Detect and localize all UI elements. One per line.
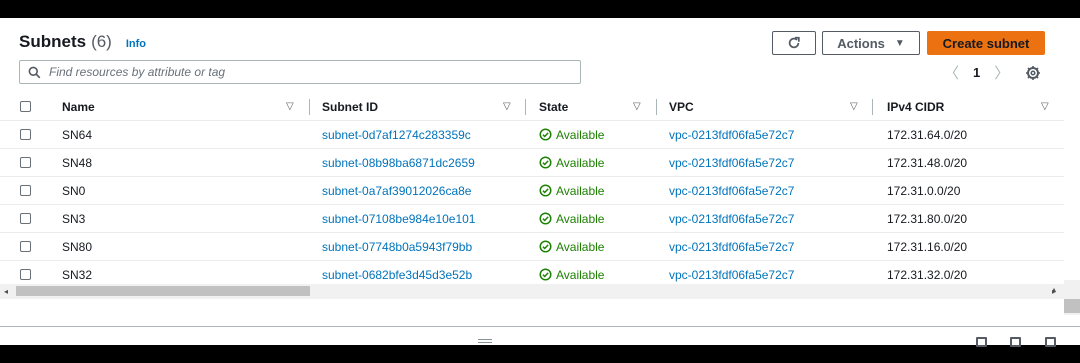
status-available-icon [539,184,552,197]
select-all-checkbox[interactable] [20,101,31,112]
status-available-icon [539,212,552,225]
subnet-name: SN48 [62,155,93,170]
scroll-up-icon[interactable]: ▴ [1052,285,1056,294]
subnet-name: SN80 [62,239,93,254]
split-panel-hide-icon[interactable] [1045,337,1056,347]
status-text: Available [556,267,605,282]
refresh-button[interactable] [772,31,816,55]
ipv4-cidr: 172.31.16.0/20 [887,239,968,254]
vpc-link[interactable]: vpc-0213fdf06fa5e72c7 [669,233,794,260]
ipv4-cidr: 172.31.64.0/20 [887,127,968,142]
ipv4-cidr: 172.31.0.0/20 [887,183,961,198]
split-panel-side-icon[interactable] [1010,337,1021,347]
divider [0,326,1080,327]
row-checkbox[interactable] [20,129,31,140]
status-text: Available [556,127,605,142]
create-subnet-button[interactable]: Create subnet [927,31,1045,55]
info-link[interactable]: Info [126,38,146,50]
create-subnet-label: Create subnet [942,35,1030,51]
chevron-left-icon[interactable]: 〈 [944,62,959,83]
table-row[interactable]: SN80 subnet-07748b0a5943f79bb Available vpc… [0,233,1064,261]
actions-button[interactable]: Actions ▼ [822,31,920,55]
ipv4-cidr: 172.31.80.0/20 [887,211,968,226]
subnet-id-link[interactable]: subnet-07108be984e10e101 [322,205,475,232]
status-badge: Available [539,149,604,176]
sort-icon[interactable]: ▽ [286,101,294,112]
status-available-icon [539,240,552,253]
status-available-icon [539,156,552,169]
column-resizer[interactable] [872,99,873,115]
subnet-id-link[interactable]: subnet-07748b0a5943f79bb [322,233,472,260]
subnet-count: (6) [91,32,112,51]
vertical-scrollbar-thumb[interactable] [1064,299,1080,313]
gear-icon[interactable] [1025,65,1041,86]
subnet-id-link[interactable]: subnet-08b98ba6871dc2659 [322,149,475,176]
vpc-link[interactable]: vpc-0213fdf06fa5e72c7 [669,177,794,204]
status-badge: Available [539,233,604,260]
ipv4-cidr: 172.31.48.0/20 [887,155,968,170]
horizontal-scrollbar[interactable]: ◂ ▸ [0,284,1064,299]
subnet-id-link[interactable]: subnet-0d7af1274c283359c [322,121,471,148]
status-badge: Available [539,177,604,204]
search-bar[interactable] [19,60,581,84]
row-checkbox[interactable] [20,269,31,280]
search-input[interactable] [47,64,551,80]
subnet-id-link[interactable]: subnet-0a7af39012026ca8e [322,177,471,204]
status-available-icon [539,268,552,281]
status-text: Available [556,239,605,254]
table-row[interactable]: SN48 subnet-08b98ba6871dc2659 Available vpc… [0,149,1064,177]
status-badge: Available [539,205,604,232]
subnet-name: SN3 [62,211,86,226]
sort-icon[interactable]: ▽ [633,101,641,112]
column-header-ipv4-cidr[interactable]: IPv4 CIDR [887,94,944,120]
status-badge: Available [539,121,604,148]
column-header-state[interactable]: State [539,94,568,120]
caret-down-icon: ▼ [894,37,905,49]
table-row[interactable]: SN0 subnet-0a7af39012026ca8e Available vpc-… [0,177,1064,205]
row-checkbox[interactable] [20,213,31,224]
subnet-name: SN0 [62,183,86,198]
scrollbar-thumb[interactable] [16,286,310,296]
vpc-link[interactable]: vpc-0213fdf06fa5e72c7 [669,205,794,232]
row-checkbox[interactable] [20,185,31,196]
scroll-left-icon[interactable]: ◂ [4,287,8,296]
subnets-table: Name ▽ Subnet ID ▽ State ▽ VPC ▽ IPv4 CI… [0,94,1064,289]
panel-header: Subnets (6) Info [19,32,146,52]
pagination: 〈 1 〉 [944,62,1009,83]
refresh-icon [788,36,800,49]
row-checkbox[interactable] [20,157,31,168]
table-body: SN64 subnet-0d7af1274c283359c Available vpc… [0,121,1064,289]
search-icon [28,66,41,78]
column-header-vpc[interactable]: VPC [669,94,694,120]
column-resizer[interactable] [656,99,657,115]
table-row[interactable]: SN64 subnet-0d7af1274c283359c Available vpc… [0,121,1064,149]
split-panel-bottom-icon[interactable] [976,337,987,347]
column-header-subnet-id[interactable]: Subnet ID [322,94,378,120]
status-text: Available [556,155,605,170]
status-text: Available [556,211,605,226]
page-number[interactable]: 1 [973,65,980,80]
table-header: Name ▽ Subnet ID ▽ State ▽ VPC ▽ IPv4 CI… [0,94,1064,121]
column-header-name[interactable]: Name [62,94,95,120]
resize-handle-icon[interactable] [478,339,492,345]
sort-icon[interactable]: ▽ [850,101,858,112]
status-text: Available [556,183,605,198]
page-title: Subnets [19,32,87,51]
vpc-link[interactable]: vpc-0213fdf06fa5e72c7 [669,121,794,148]
column-resizer[interactable] [309,99,310,115]
subnets-panel: Subnets (6) Info Actions ▼ Create subnet… [0,18,1080,347]
row-checkbox[interactable] [20,241,31,252]
column-resizer[interactable] [525,99,526,115]
chevron-right-icon[interactable]: 〉 [994,62,1009,83]
sort-icon[interactable]: ▽ [503,101,511,112]
sort-icon[interactable]: ▽ [1041,101,1049,112]
subnet-name: SN64 [62,127,93,142]
actions-label: Actions [837,35,885,51]
vpc-link[interactable]: vpc-0213fdf06fa5e72c7 [669,149,794,176]
table-row[interactable]: SN3 subnet-07108be984e10e101 Available vpc-… [0,205,1064,233]
status-available-icon [539,128,552,141]
